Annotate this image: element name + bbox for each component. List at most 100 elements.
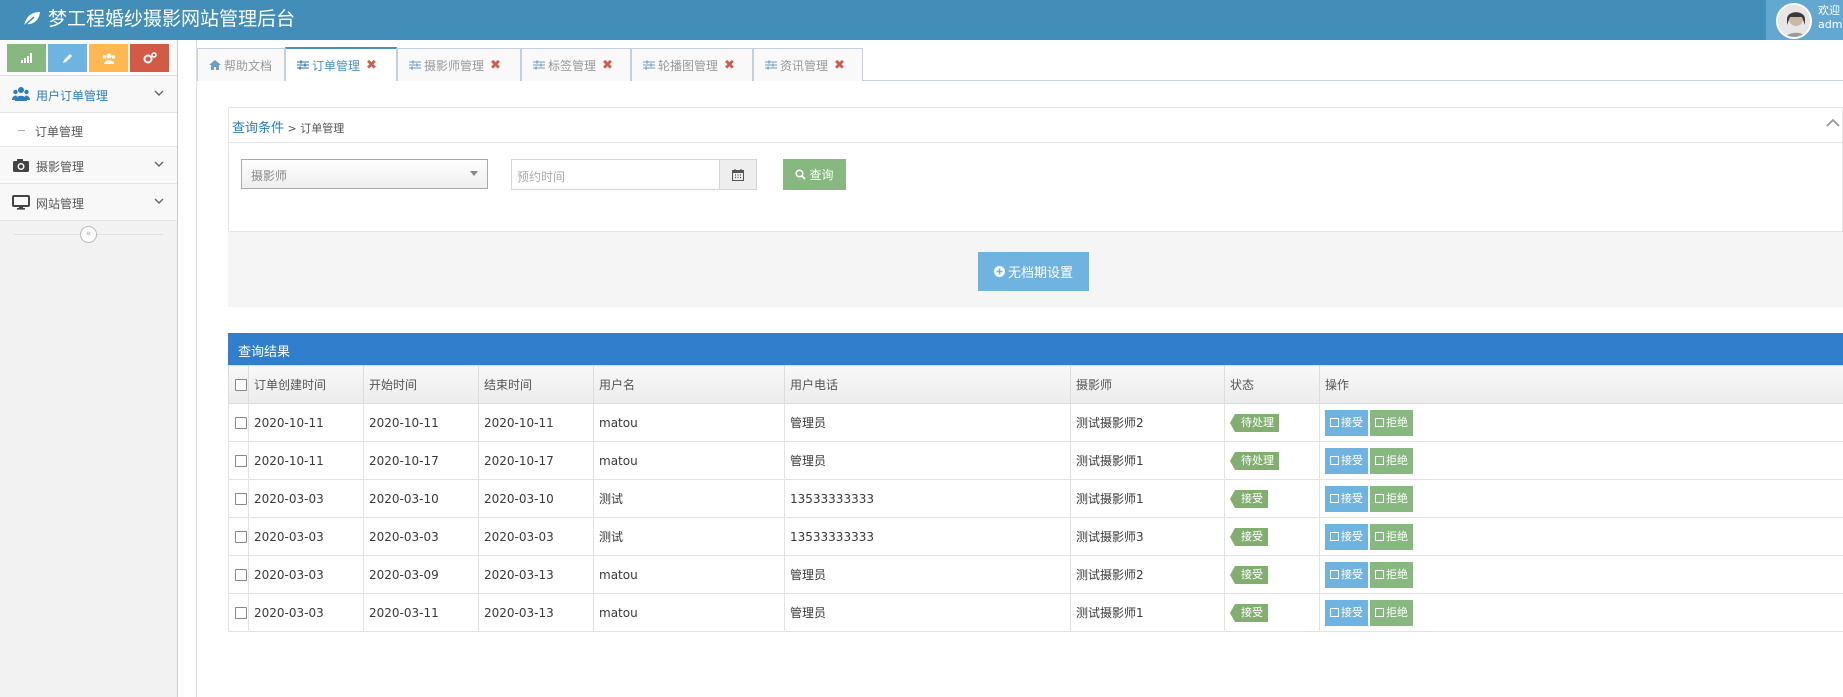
avatar[interactable] bbox=[1776, 3, 1812, 39]
appointment-date-input[interactable]: 预约时间 bbox=[511, 159, 720, 190]
brand[interactable]: 梦工程婚纱摄影网站管理后台 bbox=[22, 6, 295, 32]
table-cell: 2020-03-03 bbox=[248, 555, 364, 594]
status-badge: 接受 bbox=[1230, 489, 1268, 508]
tab-photographer-management[interactable]: 摄影师管理 ✖ bbox=[397, 48, 521, 81]
sidebar-shortcuts bbox=[0, 40, 177, 76]
column-header[interactable]: 用户电话 bbox=[784, 365, 1071, 404]
shortcut-signal-button[interactable] bbox=[7, 44, 46, 72]
reject-label: 拒绝 bbox=[1386, 491, 1408, 505]
search-button[interactable]: 查询 bbox=[783, 159, 846, 190]
shortcut-pencil-button[interactable] bbox=[48, 44, 87, 72]
column-header[interactable]: 开始时间 bbox=[363, 365, 479, 404]
close-icon[interactable]: ✖ bbox=[490, 58, 501, 73]
tab-label: 资讯管理 bbox=[780, 58, 829, 73]
row-select-cell bbox=[228, 593, 249, 632]
sidebar-item-website[interactable]: 网站管理 bbox=[0, 184, 177, 221]
close-icon[interactable]: ✖ bbox=[724, 58, 735, 73]
app-title: 梦工程婚纱摄影网站管理后台 bbox=[48, 8, 296, 30]
sidebar-item-label: 用户订单管理 bbox=[36, 89, 109, 103]
sidebar: 用户订单管理 订单管理 摄影管理 网站管理 « bbox=[0, 40, 178, 697]
row-checkbox[interactable] bbox=[235, 455, 247, 467]
shortcut-cogs-button[interactable] bbox=[130, 44, 169, 72]
results-header: 查询结果 bbox=[228, 333, 1843, 365]
table-cell: 2020-03-03 bbox=[363, 517, 479, 556]
edit-icon bbox=[1330, 417, 1339, 427]
photographer-select[interactable]: 摄影师 bbox=[241, 159, 488, 189]
reject-button[interactable]: 拒绝 bbox=[1370, 485, 1413, 512]
shortcut-users-button[interactable] bbox=[89, 44, 128, 72]
tab-label: 摄影师管理 bbox=[424, 58, 485, 73]
calendar-icon bbox=[732, 168, 744, 181]
table-cell: 测试摄影师2 bbox=[1070, 403, 1225, 442]
accept-button[interactable]: 接受 bbox=[1325, 409, 1368, 436]
row-checkbox[interactable] bbox=[235, 607, 247, 619]
double-angle-left-icon[interactable]: « bbox=[80, 226, 97, 243]
status-cell: 接受 bbox=[1224, 517, 1320, 556]
accept-button[interactable]: 接受 bbox=[1325, 599, 1368, 626]
user-menu[interactable]: 欢迎 admin bbox=[1766, 0, 1843, 40]
table-cell: 13533333333 bbox=[784, 517, 1071, 556]
accept-button[interactable]: 接受 bbox=[1325, 447, 1368, 474]
tab-news-management[interactable]: 资讯管理 ✖ bbox=[753, 48, 863, 81]
table-cell: 2020-10-11 bbox=[363, 403, 479, 442]
table-cell: 2020-03-03 bbox=[248, 593, 364, 632]
reject-button[interactable]: 拒绝 bbox=[1370, 409, 1413, 436]
search-button-label: 查询 bbox=[809, 168, 834, 182]
accept-button[interactable]: 接受 bbox=[1325, 561, 1368, 588]
column-header[interactable]: 订单创建时间 bbox=[248, 365, 364, 404]
table-cell: 测试摄影师1 bbox=[1070, 441, 1225, 480]
signal-icon bbox=[20, 53, 32, 63]
close-icon[interactable]: ✖ bbox=[602, 58, 613, 73]
tab-tag-management[interactable]: 标签管理 ✖ bbox=[521, 48, 631, 81]
table-cell: 2020-10-11 bbox=[248, 403, 364, 442]
chevron-up-icon[interactable] bbox=[1826, 118, 1840, 128]
reject-label: 拒绝 bbox=[1386, 605, 1408, 619]
accept-button[interactable]: 接受 bbox=[1325, 523, 1368, 550]
reject-button[interactable]: 拒绝 bbox=[1370, 561, 1413, 588]
reject-button[interactable]: 拒绝 bbox=[1370, 447, 1413, 474]
table-cell: 管理员 bbox=[784, 593, 1071, 632]
table-cell: 测试摄影师1 bbox=[1070, 593, 1225, 632]
caret-down-icon bbox=[470, 171, 478, 176]
sidebar-item-order-management[interactable]: 订单管理 bbox=[0, 113, 177, 147]
actions-cell: 接受 拒绝 bbox=[1319, 479, 1843, 518]
accept-label: 接受 bbox=[1341, 491, 1363, 505]
tab-help-docs[interactable]: 帮助文档 bbox=[197, 48, 285, 81]
column-header[interactable]: 结束时间 bbox=[478, 365, 594, 404]
row-checkbox[interactable] bbox=[235, 531, 247, 543]
actions-cell: 接受 拒绝 bbox=[1319, 517, 1843, 556]
accept-button[interactable]: 接受 bbox=[1325, 485, 1368, 512]
query-panel-title: 查询条件 > 订单管理 bbox=[232, 117, 344, 136]
edit-icon bbox=[1330, 493, 1339, 503]
column-header[interactable]: 用户名 bbox=[593, 365, 785, 404]
tab-carousel-management[interactable]: 轮播图管理 ✖ bbox=[631, 48, 753, 81]
reject-button[interactable]: 拒绝 bbox=[1370, 599, 1413, 626]
sliders-icon bbox=[409, 60, 421, 70]
tab-label: 轮播图管理 bbox=[658, 58, 719, 73]
table-cell: 管理员 bbox=[784, 555, 1071, 594]
no-schedule-button[interactable]: 无档期设置 bbox=[978, 252, 1089, 291]
results-title: 查询结果 bbox=[238, 345, 291, 360]
date-placeholder: 预约时间 bbox=[517, 170, 566, 184]
sidebar-item-user-orders[interactable]: 用户订单管理 bbox=[0, 76, 177, 113]
reject-button[interactable]: 拒绝 bbox=[1370, 523, 1413, 550]
chevron-down-icon bbox=[154, 161, 164, 167]
select-all-checkbox[interactable] bbox=[235, 379, 247, 391]
edit-icon bbox=[1330, 569, 1339, 579]
cogs-icon bbox=[143, 52, 157, 64]
sidebar-item-photography[interactable]: 摄影管理 bbox=[0, 147, 177, 184]
orders-table: 订单创建时间 开始时间 结束时间 用户名 用户电话 摄影师 状态 操作 2020… bbox=[228, 365, 1843, 632]
column-header[interactable]: 摄影师 bbox=[1070, 365, 1225, 404]
close-icon[interactable]: ✖ bbox=[366, 58, 377, 73]
calendar-button[interactable] bbox=[720, 159, 757, 190]
column-header[interactable]: 状态 bbox=[1224, 365, 1320, 404]
row-checkbox[interactable] bbox=[235, 569, 247, 581]
camera-icon bbox=[13, 159, 29, 172]
row-checkbox[interactable] bbox=[235, 493, 247, 505]
row-checkbox[interactable] bbox=[235, 417, 247, 429]
close-icon[interactable]: ✖ bbox=[834, 58, 845, 73]
tab-order-management[interactable]: 订单管理 ✖ bbox=[285, 47, 397, 81]
pencil-icon bbox=[63, 53, 72, 63]
table-header-row: 订单创建时间 开始时间 结束时间 用户名 用户电话 摄影师 状态 操作 bbox=[228, 365, 1843, 404]
edit-icon bbox=[1375, 493, 1384, 503]
